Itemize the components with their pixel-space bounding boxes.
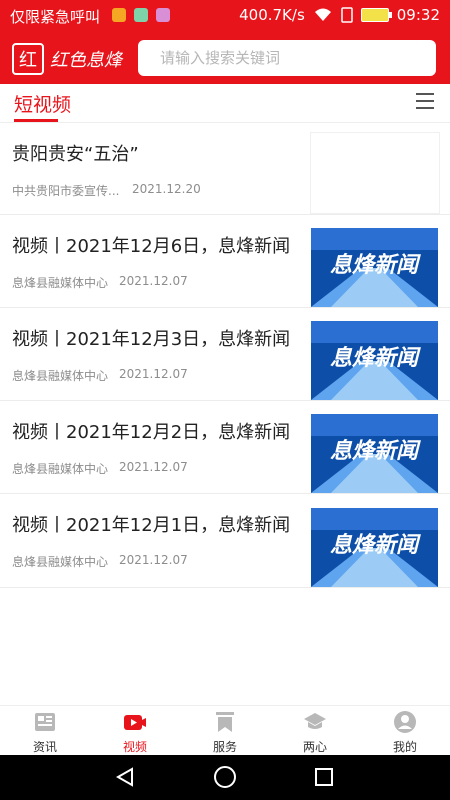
list-item[interactable]: 视频丨2021年12月3日，息烽新闻 息烽县融媒体中心 2021.12.07 息… — [0, 307, 450, 401]
news-source: 息烽县融媒体中心 — [12, 555, 109, 569]
news-title: 贵阳贵安“五治” — [12, 144, 139, 165]
news-date: 2021.12.07 — [119, 367, 188, 381]
nav-item-two-hearts[interactable]: 两心 — [285, 706, 345, 756]
battery-icon — [360, 8, 392, 22]
clock: 09:32 — [396, 6, 440, 24]
carrier-text: 仅限紧急呼叫 — [10, 8, 101, 26]
menu-icon[interactable] — [416, 93, 434, 111]
app-logo: 红 红色息烽 — [12, 42, 122, 76]
wifi-icon — [314, 8, 331, 21]
news-title: 视频丨2021年12月3日，息烽新闻 — [12, 329, 291, 350]
graduation-cap-icon — [304, 713, 326, 729]
list-item[interactable]: 视频丨2021年12月1日，息烽新闻 息烽县融媒体中心 2021.12.07 息… — [0, 493, 450, 588]
news-thumbnail: 息烽新闻 — [311, 321, 438, 400]
logo-mark-icon: 红 — [12, 43, 44, 75]
nav-item-video[interactable]: 视频 — [105, 706, 165, 756]
app-notification-icon — [112, 8, 126, 22]
thumb-text: 息烽新闻 — [330, 532, 421, 558]
list-item[interactable]: 视频丨2021年12月2日，息烽新闻 息烽县融媒体中心 2021.12.07 息… — [0, 400, 450, 494]
thumb-text: 息烽新闻 — [330, 252, 421, 278]
news-thumbnail: 息烽新闻 — [311, 414, 438, 493]
bottom-nav: 资讯 视频 服务 两心 我的 — [0, 705, 450, 756]
home-icon[interactable] — [213, 766, 237, 790]
news-date: 2021.12.07 — [119, 553, 188, 567]
search-box[interactable] — [138, 40, 436, 76]
thumb-text: 息烽新闻 — [330, 438, 421, 464]
news-source: 息烽县融媒体中心 — [12, 276, 109, 290]
nav-label: 视频 — [122, 740, 147, 754]
system-nav-bar — [0, 755, 450, 800]
net-speed: 400.7K/s — [239, 6, 305, 24]
news-source: 息烽县融媒体中心 — [12, 462, 109, 476]
search-input[interactable] — [138, 40, 436, 76]
thumb-text: 息烽新闻 — [330, 345, 421, 371]
nav-label: 两心 — [302, 740, 327, 754]
news-title: 视频丨2021年12月6日，息烽新闻 — [12, 236, 291, 257]
nav-item-news[interactable]: 资讯 — [15, 706, 75, 756]
news-title: 视频丨2021年12月2日，息烽新闻 — [12, 422, 291, 443]
notification-icons — [112, 8, 170, 22]
nav-label: 资讯 — [32, 740, 57, 754]
app-notification-icon — [156, 8, 170, 22]
logo-text: 红色息烽 — [50, 50, 122, 71]
status-bar: 仅限紧急呼叫 400.7K/s 09:32 — [0, 0, 450, 32]
news-title: 视频丨2021年12月1日，息烽新闻 — [12, 515, 291, 536]
tab-short-video[interactable]: 短视频 — [14, 90, 71, 117]
news-date: 2021.12.07 — [119, 274, 188, 288]
back-icon[interactable] — [114, 766, 136, 788]
newspaper-icon — [35, 713, 55, 731]
nav-label: 服务 — [212, 740, 237, 754]
tab-bar: 短视频 — [0, 84, 450, 123]
news-thumbnail: 息烽新闻 — [311, 228, 438, 307]
news-date: 2021.12.07 — [119, 460, 188, 474]
nav-label: 我的 — [392, 740, 417, 754]
list-item[interactable]: 视频丨2021年12月6日，息烽新闻 息烽县融媒体中心 2021.12.07 息… — [0, 214, 450, 308]
news-date: 2021.12.20 — [132, 182, 201, 196]
news-thumbnail — [310, 132, 440, 214]
app-notification-icon — [134, 8, 148, 22]
user-avatar-icon — [394, 711, 416, 733]
bookmark-icon — [216, 712, 234, 732]
list-item[interactable]: 贵阳贵安“五治” 中共贵阳市委宣传... 2021.12.20 — [0, 122, 450, 215]
sim-icon — [341, 7, 353, 23]
news-source: 息烽县融媒体中心 — [12, 369, 109, 383]
news-source: 中共贵阳市委宣传... — [12, 184, 120, 198]
nav-item-service[interactable]: 服务 — [195, 706, 255, 756]
app-header: 红 红色息烽 — [0, 32, 450, 84]
nav-item-mine[interactable]: 我的 — [375, 706, 435, 756]
news-thumbnail: 息烽新闻 — [311, 508, 438, 587]
video-play-icon — [124, 715, 146, 730]
recents-icon[interactable] — [314, 767, 334, 787]
